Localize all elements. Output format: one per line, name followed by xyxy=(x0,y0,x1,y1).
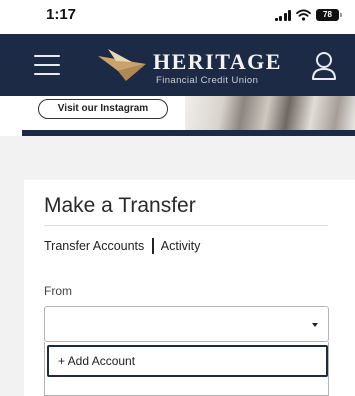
user-account-icon[interactable] xyxy=(311,51,337,81)
banner-photo xyxy=(185,96,355,130)
transfer-tabs: Transfer Accounts Activity xyxy=(44,238,200,254)
from-label: From xyxy=(44,284,72,298)
caret-down-icon xyxy=(312,323,318,327)
from-account-select[interactable] xyxy=(44,306,329,342)
tab-activity[interactable]: Activity xyxy=(161,239,201,253)
status-time: 1:17 xyxy=(46,6,77,23)
add-account-option[interactable]: + Add Account xyxy=(47,345,328,377)
tab-separator xyxy=(152,238,154,254)
heritage-logo-mark xyxy=(98,49,146,81)
title-divider xyxy=(44,225,328,226)
tab-transfer-accounts[interactable]: Transfer Accounts xyxy=(44,239,144,253)
status-bar: 1:17 78 xyxy=(0,0,355,34)
brand-name: HERITAGE xyxy=(153,49,282,74)
from-account-dropdown: + Add Account xyxy=(44,342,329,396)
wifi-icon xyxy=(296,9,311,21)
promo-banner: Visit our Instagram xyxy=(22,96,355,130)
signal-icon xyxy=(274,9,291,21)
transfer-card: Make a Transfer Transfer Accounts Activi… xyxy=(24,180,355,396)
app-header: HERITAGE Financial Credit Union xyxy=(0,34,355,96)
brand-subtitle: Financial Credit Union xyxy=(156,75,259,86)
status-icons: 78 xyxy=(274,8,342,22)
app-screen: 1:17 78 HERITAGE Financial Credit Union xyxy=(0,0,355,396)
visit-instagram-button[interactable]: Visit our Instagram xyxy=(38,99,168,119)
hamburger-menu-icon[interactable] xyxy=(34,55,60,75)
battery-icon: 78 xyxy=(316,9,342,21)
page-title: Make a Transfer xyxy=(44,194,196,217)
